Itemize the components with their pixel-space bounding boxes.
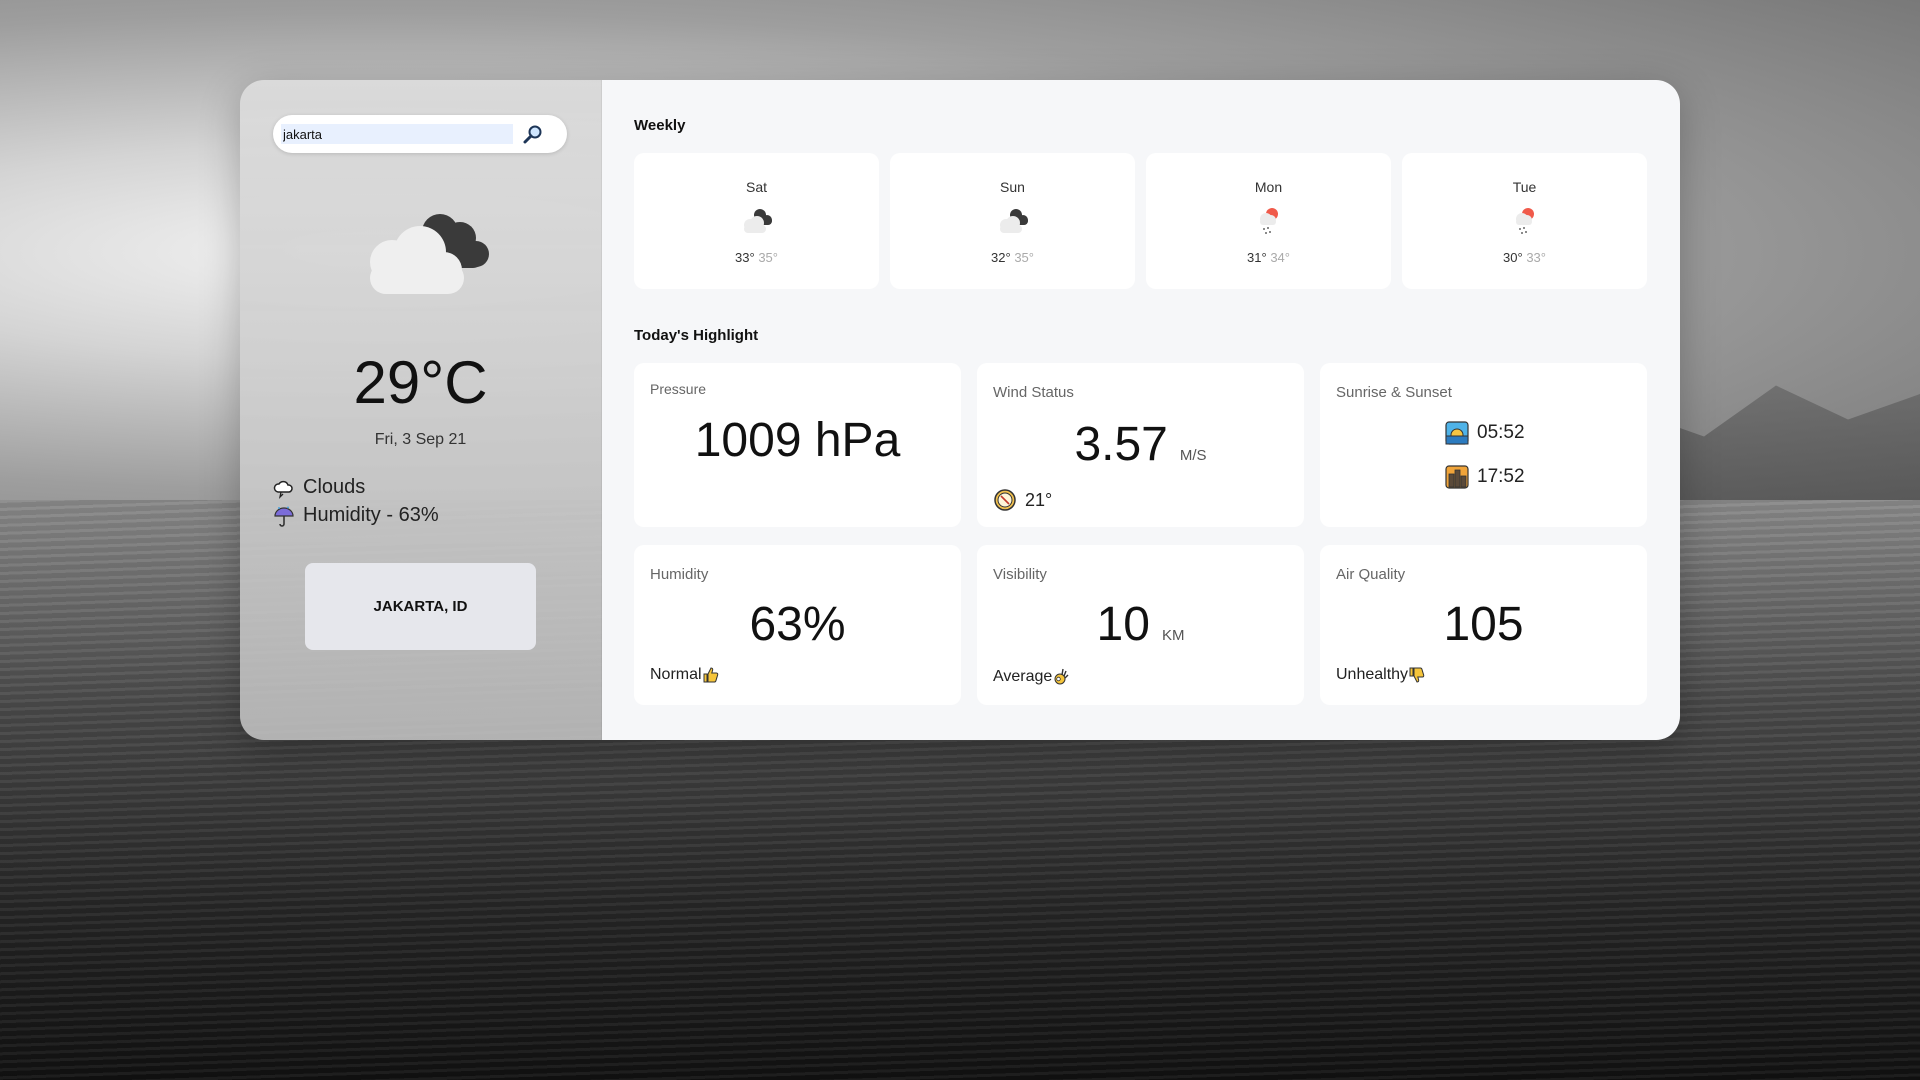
- day-min-temp: 30°: [1503, 250, 1523, 265]
- day-max-temp: 35°: [1014, 250, 1034, 265]
- sunset-time: 17:52: [1477, 466, 1525, 487]
- air-quality-note: Unhealthy: [1336, 666, 1409, 683]
- current-temperature: 29°C: [353, 349, 488, 416]
- humidity-text: Humidity - 63%: [303, 504, 439, 526]
- humidity-label: Humidity: [650, 566, 709, 583]
- broken-clouds-icon: [370, 214, 489, 294]
- condition-text: Clouds: [303, 476, 366, 498]
- wind-card: Wind Status 3.57 M/S 21°: [977, 363, 1304, 527]
- visibility-value: 10: [1096, 598, 1150, 651]
- visibility-value-row: 10 KM: [977, 597, 1304, 652]
- day-min-temp: 31°: [1247, 250, 1267, 265]
- sunset-row: 17:52: [1445, 465, 1525, 489]
- search-bar: [273, 115, 567, 153]
- humidity-card: Humidity 63% Normal: [634, 545, 961, 705]
- sunrise-icon: [1445, 421, 1469, 445]
- humidity-value: 63%: [749, 598, 846, 651]
- pressure-value: 1009 hPa: [694, 414, 901, 467]
- highlight-title: Today's Highlight: [634, 327, 759, 344]
- light-rain-icon: [1516, 208, 1534, 234]
- humidity-row: Humidity - 63%: [273, 504, 439, 527]
- day-temps: 30° 33°: [1402, 250, 1647, 265]
- day-name: Sun: [1000, 179, 1025, 195]
- wind-value: 3.57: [1074, 418, 1168, 471]
- pressure-label: Pressure: [650, 381, 707, 397]
- day-temps: 33° 35°: [634, 250, 879, 265]
- air-quality-card: Air Quality 105 Unhealthy: [1320, 545, 1647, 705]
- sunset-city-icon: [1445, 465, 1469, 489]
- day-card: Sat 33° 35°: [634, 153, 879, 289]
- city-button[interactable]: JAKARTA, ID: [305, 563, 536, 650]
- day-temps: 32° 35°: [890, 250, 1135, 265]
- sun-label: Sunrise & Sunset: [1336, 384, 1452, 401]
- day-temps: 31° 34°: [1146, 250, 1391, 265]
- thumbs-up-icon: [703, 667, 718, 683]
- day-max-temp: 35°: [758, 250, 778, 265]
- sunrise-sunset-card: Sunrise & Sunset 05:52 17:52: [1320, 363, 1647, 527]
- broken-clouds-icon: [1000, 209, 1028, 233]
- current-date: Fri, 3 Sep 21: [374, 431, 467, 448]
- air-quality-note-row: Unhealthy: [1336, 666, 1426, 684]
- day-min-temp: 33°: [735, 250, 755, 265]
- search-input[interactable]: [281, 124, 513, 144]
- visibility-note: Average: [993, 668, 1053, 685]
- air-quality-value: 105: [1443, 598, 1524, 651]
- wind-label: Wind Status: [993, 384, 1074, 401]
- day-min-temp: 32°: [991, 250, 1011, 265]
- cloud-icon: [273, 480, 293, 499]
- sunrise-row: 05:52: [1445, 421, 1525, 445]
- day-max-temp: 33°: [1526, 250, 1546, 265]
- wind-direction: 21°: [1025, 489, 1053, 510]
- weather-app: 29°C Fri, 3 Sep 21 Clouds Humidity - 63%…: [240, 80, 1680, 740]
- humidity-note: Normal: [650, 666, 702, 683]
- day-card: Sun 32° 35°: [890, 153, 1135, 289]
- day-name: Mon: [1254, 179, 1283, 195]
- visibility-unit: KM: [1161, 627, 1185, 644]
- thumbs-down-icon: [1409, 667, 1425, 683]
- current-weather-panel: 29°C Fri, 3 Sep 21 Clouds Humidity - 63%…: [240, 80, 602, 740]
- sunrise-time: 05:52: [1477, 422, 1525, 443]
- day-name: Tue: [1512, 179, 1537, 195]
- day-max-temp: 34°: [1270, 250, 1290, 265]
- search-button[interactable]: [521, 123, 545, 147]
- pressure-card: Pressure 1009 hPa: [634, 363, 961, 527]
- wind-direction-row: 21°: [993, 488, 1052, 512]
- weekly-title: Weekly: [634, 117, 686, 134]
- visibility-label: Visibility: [993, 566, 1047, 583]
- wind-value-row: 3.57 M/S: [977, 417, 1304, 472]
- condition-row: Clouds: [273, 476, 365, 499]
- day-card: Mon 31° 34°: [1146, 153, 1391, 289]
- visibility-card: Visibility 10 KM Average: [977, 545, 1304, 705]
- details-panel: Weekly Sat 33° 35° Sun 32° 35° Mon 31° 3…: [602, 80, 1680, 740]
- visibility-note-row: Average: [993, 668, 1070, 686]
- ok-hand-icon: [1054, 668, 1069, 685]
- umbrella-rain-icon: [274, 506, 294, 527]
- wind-unit: M/S: [1179, 447, 1207, 464]
- light-rain-icon: [1260, 208, 1278, 234]
- broken-clouds-icon: [744, 209, 772, 233]
- day-name: Sat: [745, 179, 767, 195]
- humidity-note-row: Normal: [650, 666, 720, 684]
- search-icon: [523, 125, 542, 144]
- day-card: Tue 30° 33°: [1402, 153, 1647, 289]
- air-quality-label: Air Quality: [1336, 566, 1406, 583]
- compass-icon: [994, 489, 1016, 511]
